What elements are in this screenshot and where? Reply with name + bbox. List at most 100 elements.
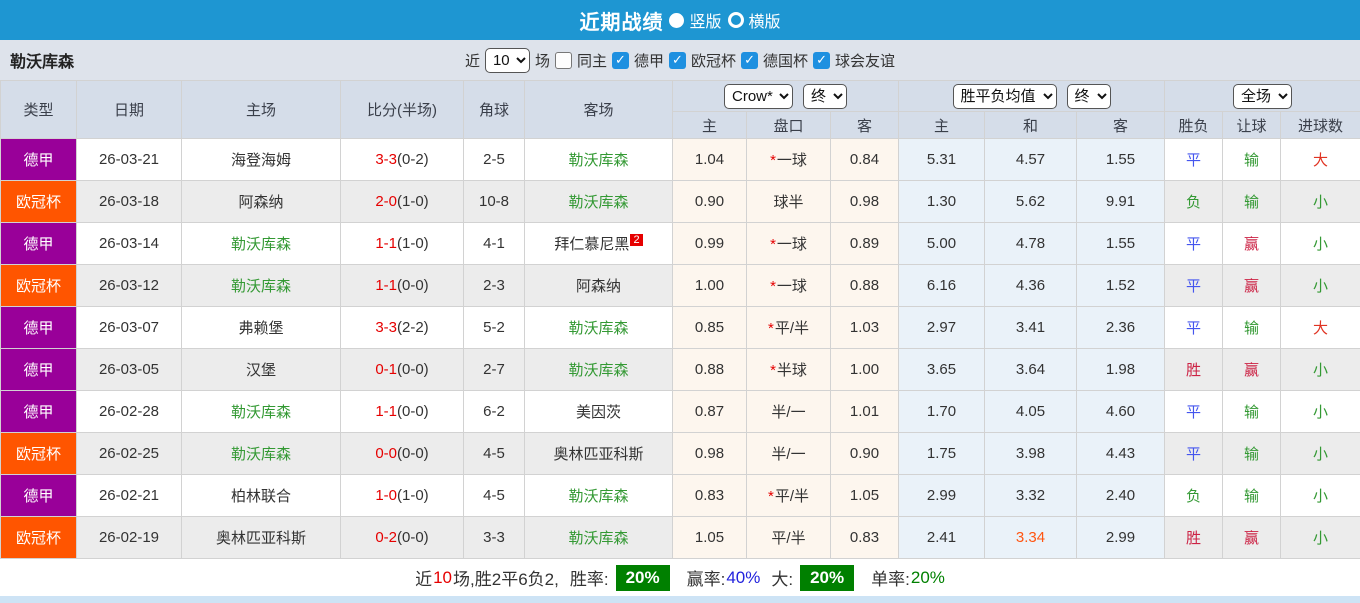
home-team-cell: 勒沃库森 <box>182 391 341 433</box>
date-cell: 26-02-28 <box>77 391 182 433</box>
away-team-cell: 勒沃库森 <box>525 475 673 517</box>
odds-provider-header: Crow* 终 <box>673 81 899 112</box>
filter-controls: 近 10 场 同主 ✓ 德甲 ✓ 欧冠杯 ✓ 德国杯 ✓ 球会友谊 <box>465 48 895 73</box>
table-row: 欧冠杯26-02-25勒沃库森0-0(0-0)4-5奥林匹亚科斯0.98半/一0… <box>1 433 1360 475</box>
score-cell: 2-0(1-0) <box>341 181 464 223</box>
goals-cell: 小 <box>1281 265 1360 307</box>
bottom-strip <box>0 596 1360 603</box>
home-team-cell: 勒沃库森 <box>182 433 341 475</box>
radio-horizontal-label: 横版 <box>749 8 781 32</box>
league-filter-label-dfb-cup: 德国杯 <box>763 50 808 71</box>
goals-cell: 大 <box>1281 139 1360 181</box>
team-note-badge[interactable]: 2 <box>630 234 642 246</box>
home-team-cell: 勒沃库森 <box>182 223 341 265</box>
handicap-result-cell: 赢 <box>1223 517 1281 559</box>
radio-selected-icon[interactable] <box>669 13 684 28</box>
col-header-odds-away: 客 <box>831 112 899 139</box>
score-cell: 1-1(1-0) <box>341 223 464 265</box>
avg-draw-cell: 3.32 <box>985 475 1077 517</box>
league-filter-checkbox-bundesliga[interactable]: ✓ <box>612 52 629 69</box>
score-cell: 0-2(0-0) <box>341 517 464 559</box>
league-filter-checkbox-ucl[interactable]: ✓ <box>669 52 686 69</box>
crown-away-odds-cell: 0.89 <box>831 223 899 265</box>
scope-select[interactable]: 全场 <box>1233 84 1292 109</box>
avg-time-select[interactable]: 终 <box>1067 84 1111 109</box>
crown-home-odds-cell: 1.04 <box>673 139 747 181</box>
handicap-cell: 平/半 <box>747 517 831 559</box>
crown-away-odds-cell: 0.84 <box>831 139 899 181</box>
summary-record: 场,胜2平6负2, <box>453 565 559 590</box>
crown-away-odds-cell: 0.98 <box>831 181 899 223</box>
avg-win-cell: 5.31 <box>899 139 985 181</box>
summary-yield-label: 赢率: <box>687 565 726 590</box>
odds-time-select[interactable]: 终 <box>803 84 847 109</box>
result-cell: 平 <box>1165 391 1223 433</box>
col-header-handicap: 盘口 <box>747 112 831 139</box>
crown-away-odds-cell: 0.90 <box>831 433 899 475</box>
radio-unselected-icon[interactable] <box>728 12 744 28</box>
avg-draw-cell: 4.36 <box>985 265 1077 307</box>
score-fulltime: 0-0 <box>375 445 397 462</box>
score-fulltime: 1-1 <box>375 403 397 420</box>
league-badge: 欧冠杯 <box>1 181 77 223</box>
score-halftime: (0-0) <box>397 403 429 420</box>
avg-lose-cell: 2.99 <box>1077 517 1165 559</box>
avg-win-cell: 2.41 <box>899 517 985 559</box>
avg-lose-cell: 4.43 <box>1077 433 1165 475</box>
summary-win-rate-badge: 20% <box>616 565 670 591</box>
league-badge: 欧冠杯 <box>1 517 77 559</box>
table-row: 欧冠杯26-03-12勒沃库森1-1(0-0)2-3阿森纳1.00*一球0.88… <box>1 265 1360 307</box>
avg-lose-cell: 9.91 <box>1077 181 1165 223</box>
league-badge: 德甲 <box>1 349 77 391</box>
avg-lose-cell: 4.60 <box>1077 391 1165 433</box>
avg-type-select[interactable]: 胜平负均值 <box>953 84 1057 109</box>
date-cell: 26-03-18 <box>77 181 182 223</box>
home-team-cell: 汉堡 <box>182 349 341 391</box>
score-cell: 0-0(0-0) <box>341 433 464 475</box>
goals-cell: 大 <box>1281 307 1360 349</box>
layout-radio-horizontal[interactable]: 横版 <box>728 8 781 32</box>
col-header-date: 日期 <box>77 81 182 139</box>
corner-cell: 4-5 <box>464 475 525 517</box>
handicap-result-cell: 输 <box>1223 139 1281 181</box>
date-cell: 26-02-21 <box>77 475 182 517</box>
summary-big-label: 大: <box>771 565 793 590</box>
league-badge: 欧冠杯 <box>1 433 77 475</box>
games-count-select[interactable]: 10 <box>485 48 530 73</box>
handicap-star-icon: * <box>770 278 776 295</box>
handicap-cell: *平/半 <box>747 307 831 349</box>
league-filter-checkbox-dfb-cup[interactable]: ✓ <box>741 52 758 69</box>
score-fulltime: 1-1 <box>375 235 397 252</box>
recent-label: 近 <box>465 50 480 71</box>
result-cell: 胜 <box>1165 517 1223 559</box>
result-cell: 平 <box>1165 265 1223 307</box>
radio-vertical-label: 竖版 <box>689 8 721 32</box>
layout-radio-vertical[interactable]: 竖版 <box>669 8 721 32</box>
goals-cell: 小 <box>1281 433 1360 475</box>
league-badge: 德甲 <box>1 475 77 517</box>
score-halftime: (0-0) <box>397 445 429 462</box>
score-cell: 0-1(0-0) <box>341 349 464 391</box>
league-filter-checkbox-friendly[interactable]: ✓ <box>813 52 830 69</box>
table-row: 德甲26-03-21海登海姆3-3(0-2)2-5勒沃库森1.04*一球0.84… <box>1 139 1360 181</box>
score-fulltime: 2-0 <box>375 193 397 210</box>
avg-win-cell: 2.97 <box>899 307 985 349</box>
avg-win-cell: 1.75 <box>899 433 985 475</box>
handicap-result-cell: 赢 <box>1223 265 1281 307</box>
handicap-result-cell: 输 <box>1223 181 1281 223</box>
table-row: 德甲26-03-05汉堡0-1(0-0)2-7勒沃库森0.88*半球1.003.… <box>1 349 1360 391</box>
same-home-checkbox[interactable] <box>555 52 572 69</box>
table-row: 欧冠杯26-02-19奥林匹亚科斯0-2(0-0)3-3勒沃库森1.05平/半0… <box>1 517 1360 559</box>
crown-home-odds-cell: 1.00 <box>673 265 747 307</box>
date-cell: 26-03-12 <box>77 265 182 307</box>
crown-home-odds-cell: 0.85 <box>673 307 747 349</box>
crown-home-odds-cell: 0.87 <box>673 391 747 433</box>
filter-bar: 勒沃库森 近 10 场 同主 ✓ 德甲 ✓ 欧冠杯 ✓ 德国杯 ✓ 球会友谊 <box>0 40 1360 80</box>
avg-draw-cell: 3.64 <box>985 349 1077 391</box>
score-fulltime: 0-2 <box>375 529 397 546</box>
league-badge: 德甲 <box>1 307 77 349</box>
col-header-handicap-result: 让球 <box>1223 112 1281 139</box>
corner-cell: 2-3 <box>464 265 525 307</box>
odds-provider-select[interactable]: Crow* <box>724 84 793 109</box>
topbar: 近期战绩 竖版 横版 <box>0 0 1360 40</box>
